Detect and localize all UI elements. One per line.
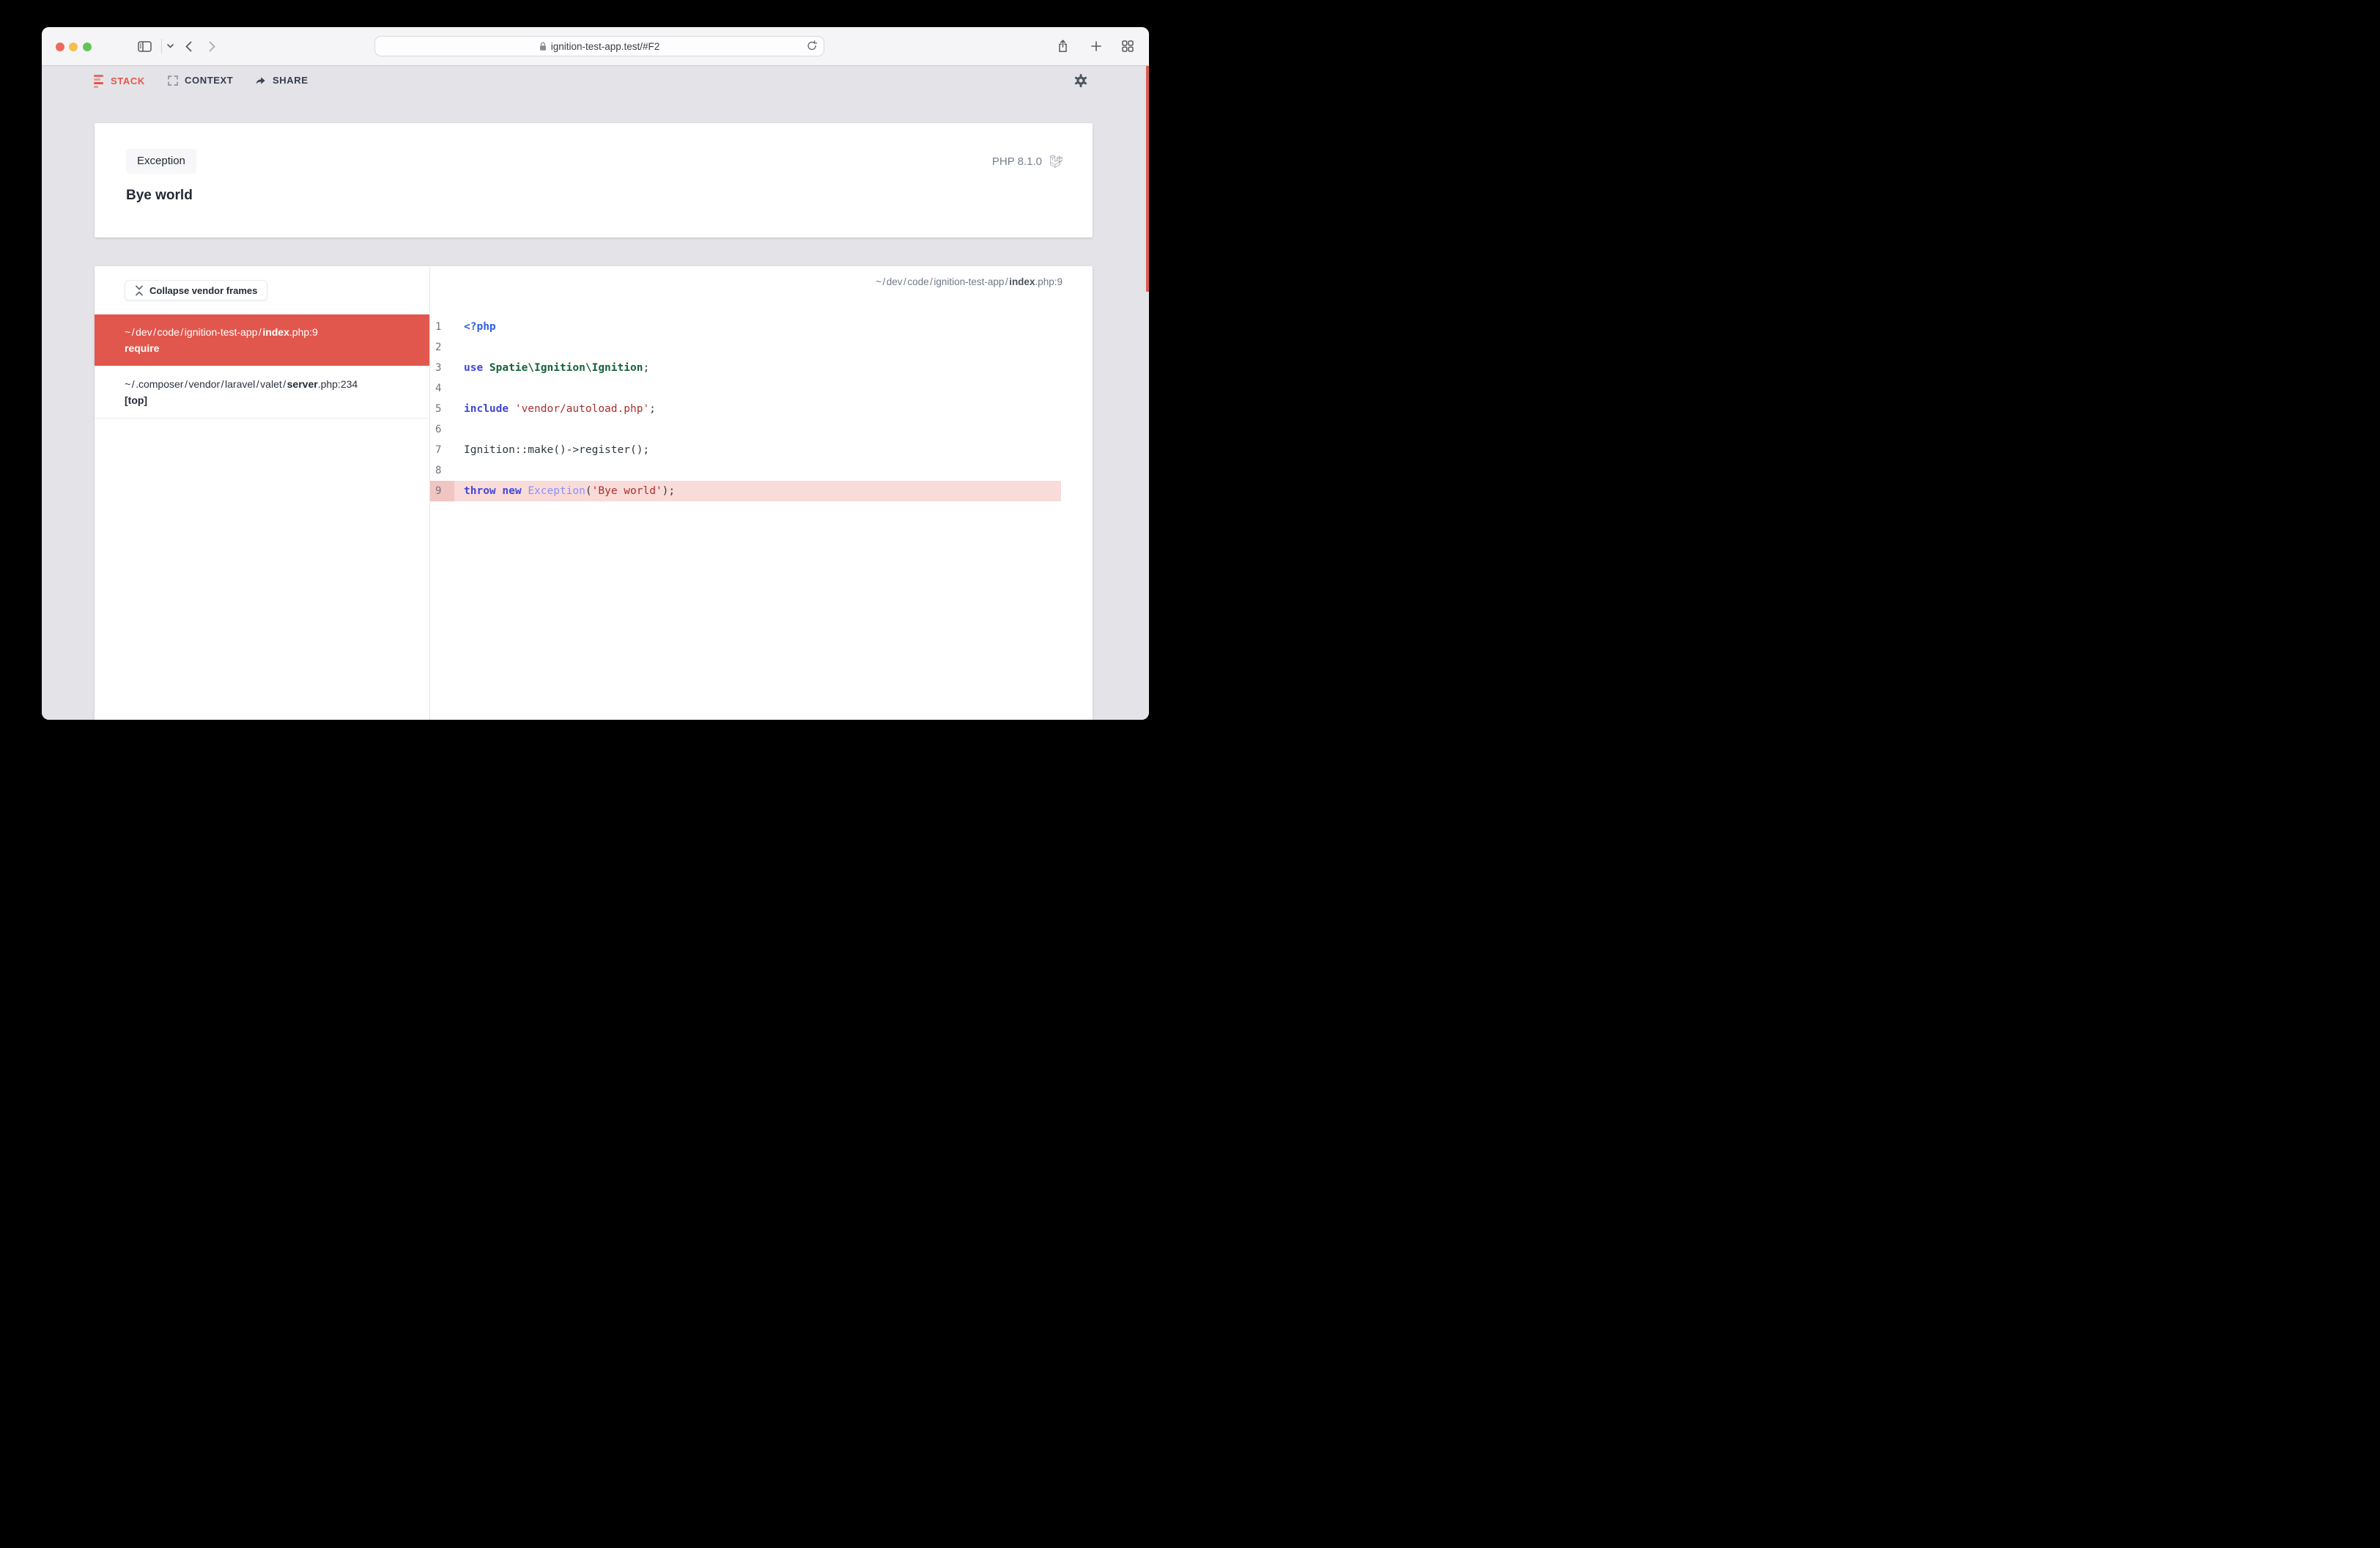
- collapse-button-label: Collapse vendor frames: [149, 284, 258, 296]
- tab-overview-button[interactable]: [1122, 40, 1134, 52]
- scrollbar-thumb[interactable]: [1146, 66, 1149, 292]
- grid-icon: [1122, 40, 1134, 52]
- code-lines: 1 <?php 2 3 use Spatie\Ignition\Ignition; 4 5 i…: [430, 317, 1093, 501]
- line-number: 5: [435, 403, 442, 415]
- code-line: 1 <?php: [430, 317, 1061, 337]
- tab-share[interactable]: SHARE: [255, 75, 308, 86]
- code-header-path: ~ / dev / code / ignition-test-app / index.php:9: [876, 276, 1062, 287]
- safari-window: ignition-test-app.test/#F2 STACK CONTEXT…: [42, 27, 1149, 720]
- browser-toolbar: ignition-test-app.test/#F2: [42, 27, 1149, 66]
- stack-frame[interactable]: ~ / dev / code / ignition-test-app / index.php:9…: [95, 314, 429, 366]
- line-code: Ignition::make()->register();: [464, 444, 650, 456]
- line-code: <?php: [464, 321, 496, 333]
- line-code: throw new Exception('Bye world');: [464, 485, 676, 497]
- line-code: use Spatie\Ignition\Ignition;: [464, 362, 650, 374]
- reload-button[interactable]: [807, 40, 817, 51]
- code-line: 5 include 'vendor/autoload.php';: [430, 399, 1061, 419]
- frame-path: ~ / .composer / vendor / laravel / valet / server.…: [125, 378, 358, 390]
- code-line: 2: [430, 337, 1061, 358]
- traffic-light-close[interactable]: [55, 42, 64, 51]
- sidebar-icon: [138, 41, 152, 52]
- frame-method: [top]: [125, 394, 148, 406]
- stack-lines-icon: [94, 75, 104, 88]
- code-line: 8: [430, 460, 1061, 481]
- error-summary-card: Exception Bye world PHP 8.1.0: [95, 123, 1093, 237]
- chevron-left-icon: [185, 41, 192, 52]
- plus-icon: [1091, 41, 1101, 51]
- sidebar-toggle-button[interactable]: [138, 41, 152, 52]
- collapse-icon: [135, 285, 144, 296]
- lock-icon: [539, 42, 547, 51]
- code-line: 7 Ignition::make()->register();: [430, 440, 1061, 460]
- share-page-button[interactable]: [1057, 40, 1068, 53]
- code-snippet-panel: ~ / dev / code / ignition-test-app / index.php:9…: [430, 266, 1093, 720]
- gear-icon: [1073, 73, 1088, 88]
- sidebar-menu-chevron[interactable]: [167, 44, 174, 48]
- collapse-vendor-frames-button[interactable]: Collapse vendor frames: [125, 280, 268, 301]
- line-code: include 'vendor/autoload.php';: [464, 403, 656, 415]
- line-number: 7: [435, 444, 442, 456]
- code-line: 4: [430, 378, 1061, 399]
- stack-trace-card: Collapse vendor frames ~ / dev / code / igniti…: [95, 266, 1093, 720]
- chevron-right-icon: [209, 41, 215, 52]
- tab-context[interactable]: CONTEXT: [168, 75, 233, 86]
- tab-context-label: CONTEXT: [185, 75, 234, 86]
- line-number: 3: [435, 362, 442, 374]
- error-message: Bye world: [126, 188, 193, 203]
- share-icon: [1057, 40, 1068, 53]
- code-line-highlighted: 9 throw new Exception('Bye world');: [430, 481, 1061, 501]
- stack-frames-panel: Collapse vendor frames ~ / dev / code / igniti…: [95, 266, 430, 720]
- exception-type-badge: Exception: [126, 149, 196, 174]
- screenshot-stage: ignition-test-app.test/#F2 STACK CONTEXT…: [0, 0, 1190, 774]
- stack-frames: ~ / dev / code / ignition-test-app / index.php:9…: [95, 314, 429, 419]
- share-arrow-icon: [255, 75, 266, 85]
- line-number: 1: [435, 321, 442, 333]
- php-version-label: PHP 8.1.0: [991, 155, 1042, 168]
- chevron-down-icon: [167, 44, 174, 48]
- stack-frame[interactable]: ~ / .composer / vendor / laravel / valet / server.…: [95, 366, 429, 419]
- tab-share-label: SHARE: [273, 75, 308, 86]
- code-line: 6: [430, 419, 1061, 440]
- toolbar-separator: [161, 39, 162, 54]
- address-bar-url: ignition-test-app.test/#F2: [550, 40, 660, 52]
- laravel-logo-icon: [1050, 155, 1062, 168]
- traffic-light-zoom[interactable]: [82, 42, 92, 51]
- tab-stack[interactable]: STACK: [94, 75, 145, 88]
- line-number: 2: [435, 342, 442, 353]
- settings-button[interactable]: [1073, 73, 1088, 88]
- code-line: 3 use Spatie\Ignition\Ignition;: [430, 358, 1061, 378]
- frame-method: require: [125, 342, 160, 354]
- line-number: 4: [435, 383, 442, 394]
- traffic-light-minimize[interactable]: [69, 42, 78, 51]
- line-number: 8: [435, 465, 442, 476]
- line-number: 9: [430, 481, 454, 501]
- new-tab-button[interactable]: [1091, 41, 1101, 51]
- forward-button[interactable]: [209, 41, 215, 52]
- context-brackets-icon: [168, 75, 178, 86]
- line-number: 6: [435, 424, 442, 435]
- php-version-meta: PHP 8.1.0: [992, 149, 1062, 174]
- ignition-page: STACK CONTEXT SHARE Exception Bye world …: [42, 66, 1149, 720]
- frame-path: ~ / dev / code / ignition-test-app / index.php:9: [125, 326, 318, 338]
- address-bar[interactable]: ignition-test-app.test/#F2: [374, 36, 824, 56]
- back-button[interactable]: [185, 41, 192, 52]
- tab-stack-label: STACK: [111, 75, 145, 87]
